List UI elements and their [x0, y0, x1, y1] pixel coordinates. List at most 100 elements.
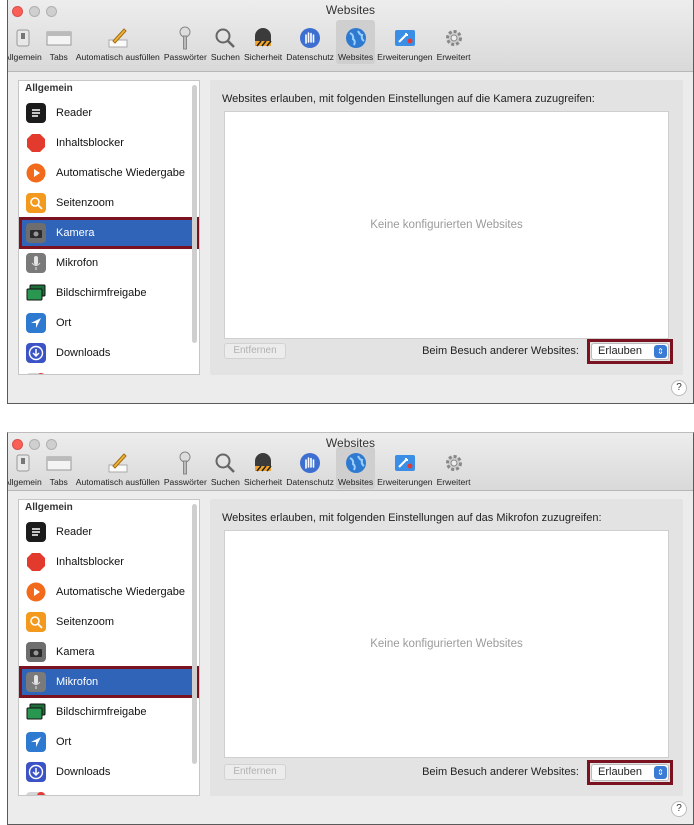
sidebar-list: Reader Inhaltsblocker Automatische Wiederg…	[19, 517, 199, 795]
tab-passwörter[interactable]: Passwörter	[162, 447, 209, 489]
tab-allgemein[interactable]: Allgemein	[8, 447, 44, 489]
other-websites-value: Erlauben	[598, 345, 643, 357]
gear-icon	[441, 26, 467, 50]
other-websites-label: Beim Besuch anderer Websites:	[422, 766, 579, 778]
sidebar-item-label: Inhaltsblocker	[56, 137, 124, 149]
tab-label: Sicherheit	[243, 52, 283, 62]
preferences-window-microphone: Websites Allgemein Tabs Automatisch ausfül…	[7, 432, 694, 825]
help-button[interactable]: ?	[671, 380, 687, 396]
hand-icon	[297, 26, 323, 50]
sidebar-item-mikrofon[interactable]: Mikrofon	[19, 248, 199, 278]
sidebar-item-bildschirmfreigabe[interactable]: Bildschirmfreigabe	[19, 278, 199, 308]
permission-heading: Websites erlauben, mit folgenden Einstel…	[222, 512, 602, 524]
location-icon	[26, 313, 46, 333]
tab-label: Websites	[337, 52, 374, 62]
puzzle-icon	[392, 451, 418, 475]
sidebar-item-reader[interactable]: Reader	[19, 98, 199, 128]
sidebar-item-label: Ort	[56, 317, 72, 329]
sidebar-item-bildschirmfreigabe[interactable]: Bildschirmfreigabe	[19, 697, 199, 727]
sidebar-item-label: Reader	[56, 107, 93, 119]
sidebar-item-kamera[interactable]: Kamera	[19, 637, 199, 667]
sidebar-item-seitenzoom[interactable]: Seitenzoom	[19, 607, 199, 637]
tab-sicherheit[interactable]: Sicherheit	[242, 20, 284, 64]
tab-automatisch-ausfüllen[interactable]: Automatisch ausfüllen	[74, 447, 162, 489]
sidebar-item-mikrofon[interactable]: Mikrofon	[19, 666, 199, 698]
notification-icon	[26, 792, 46, 795]
tab-erweiterungen[interactable]: Erweiterungen	[375, 20, 434, 64]
sidebar-scrollbar[interactable]	[192, 504, 197, 764]
gear-icon	[441, 451, 467, 475]
tab-datenschutz[interactable]: Datenschutz	[284, 20, 336, 64]
other-websites-label: Beim Besuch anderer Websites:	[422, 345, 579, 357]
tab-sicherheit[interactable]: Sicherheit	[242, 447, 284, 489]
tabs-icon	[46, 451, 72, 475]
tab-automatisch-ausfüllen[interactable]: Automatisch ausfüllen	[74, 20, 162, 64]
tab-label: Datenschutz	[286, 52, 334, 62]
tab-erweiterungen[interactable]: Erweiterungen	[375, 447, 434, 489]
permissions-sidebar: Allgemein Reader Inhaltsblocker Automatisc…	[18, 499, 200, 796]
tab-label: Suchen	[210, 52, 240, 62]
sidebar-item-kamera[interactable]: Kamera	[19, 217, 199, 249]
sidebar-item-label: Seitenzoom	[56, 197, 115, 209]
microphone-icon	[26, 672, 46, 692]
sidebar-item-label: Automatische Wiedergabe	[56, 586, 186, 598]
tab-tabs[interactable]: Tabs	[44, 447, 74, 489]
help-button[interactable]: ?	[671, 801, 687, 817]
sidebar-item-inhaltsblocker[interactable]: Inhaltsblocker	[19, 547, 199, 577]
location-icon	[26, 732, 46, 752]
tab-label: Erweiterungen	[377, 477, 433, 487]
tab-tabs[interactable]: Tabs	[44, 20, 74, 64]
sidebar-item-ort[interactable]: Ort	[19, 727, 199, 757]
globe-icon	[343, 26, 369, 50]
sidebar-item-ort[interactable]: Ort	[19, 308, 199, 338]
sidebar-item-reader[interactable]: Reader	[19, 517, 199, 547]
tab-allgemein[interactable]: Allgemein	[8, 20, 44, 64]
reader-icon	[26, 103, 46, 123]
play-icon	[26, 582, 46, 602]
other-websites-select[interactable]: Erlauben ⇕	[587, 339, 673, 364]
sidebar-item-label: Downloads	[56, 347, 111, 359]
tab-erweitert[interactable]: Erweitert	[435, 20, 473, 64]
screen-share-icon	[26, 702, 46, 722]
pencil-icon	[105, 451, 131, 475]
sidebar-item-mitteilungen[interactable]: Mitteilungen	[19, 787, 199, 795]
toolbar: Websites Allgemein Tabs Automatisch ausfül…	[8, 433, 693, 491]
empty-state-text: Keine konfigurierten Websites	[370, 219, 523, 231]
remove-button[interactable]: Entfernen	[224, 764, 286, 780]
puzzle-icon	[392, 26, 418, 50]
sidebar-item-downloads[interactable]: Downloads	[19, 757, 199, 787]
tab-datenschutz[interactable]: Datenschutz	[284, 447, 336, 489]
tab-label: Automatisch ausfüllen	[75, 52, 160, 62]
sidebar-scrollbar[interactable]	[192, 85, 197, 343]
tab-suchen[interactable]: Suchen	[209, 447, 242, 489]
tab-label: Suchen	[210, 477, 240, 487]
tab-label: Erweitert	[436, 477, 471, 487]
sidebar-item-label: Mikrofon	[56, 676, 99, 688]
tab-erweitert[interactable]: Erweitert	[435, 447, 473, 489]
sidebar-item-mitteilungen[interactable]: Mitteilungen	[19, 368, 199, 374]
websites-list[interactable]: Keine konfigurierten Websites	[224, 111, 669, 339]
sidebar-item-inhaltsblocker[interactable]: Inhaltsblocker	[19, 128, 199, 158]
tab-passwörter[interactable]: Passwörter	[162, 20, 209, 64]
remove-button[interactable]: Entfernen	[224, 343, 286, 359]
sidebar-item-label: Bildschirmfreigabe	[56, 287, 147, 299]
tab-label: Erweiterungen	[377, 52, 433, 62]
sidebar-item-label: Reader	[56, 526, 93, 538]
sidebar-item-label: Bildschirmfreigabe	[56, 706, 147, 718]
notification-icon	[26, 373, 46, 374]
other-websites-select[interactable]: Erlauben ⇕	[587, 760, 673, 785]
tab-label: Tabs	[49, 52, 68, 62]
sidebar-item-automatische-wiedergabe[interactable]: Automatische Wiedergabe	[19, 577, 199, 607]
download-icon	[26, 343, 46, 363]
sidebar-item-automatische-wiedergabe[interactable]: Automatische Wiedergabe	[19, 158, 199, 188]
tab-suchen[interactable]: Suchen	[209, 20, 242, 64]
camera-icon	[26, 642, 46, 662]
tab-websites[interactable]: Websites	[335, 20, 376, 64]
selection-highlight-box	[19, 217, 199, 249]
sidebar-item-label: Kamera	[56, 227, 95, 239]
sidebar-item-downloads[interactable]: Downloads	[19, 338, 199, 368]
sidebar-item-label: Inhaltsblocker	[56, 556, 124, 568]
tab-websites[interactable]: Websites	[335, 447, 376, 489]
websites-list[interactable]: Keine konfigurierten Websites	[224, 530, 669, 758]
sidebar-item-seitenzoom[interactable]: Seitenzoom	[19, 188, 199, 218]
